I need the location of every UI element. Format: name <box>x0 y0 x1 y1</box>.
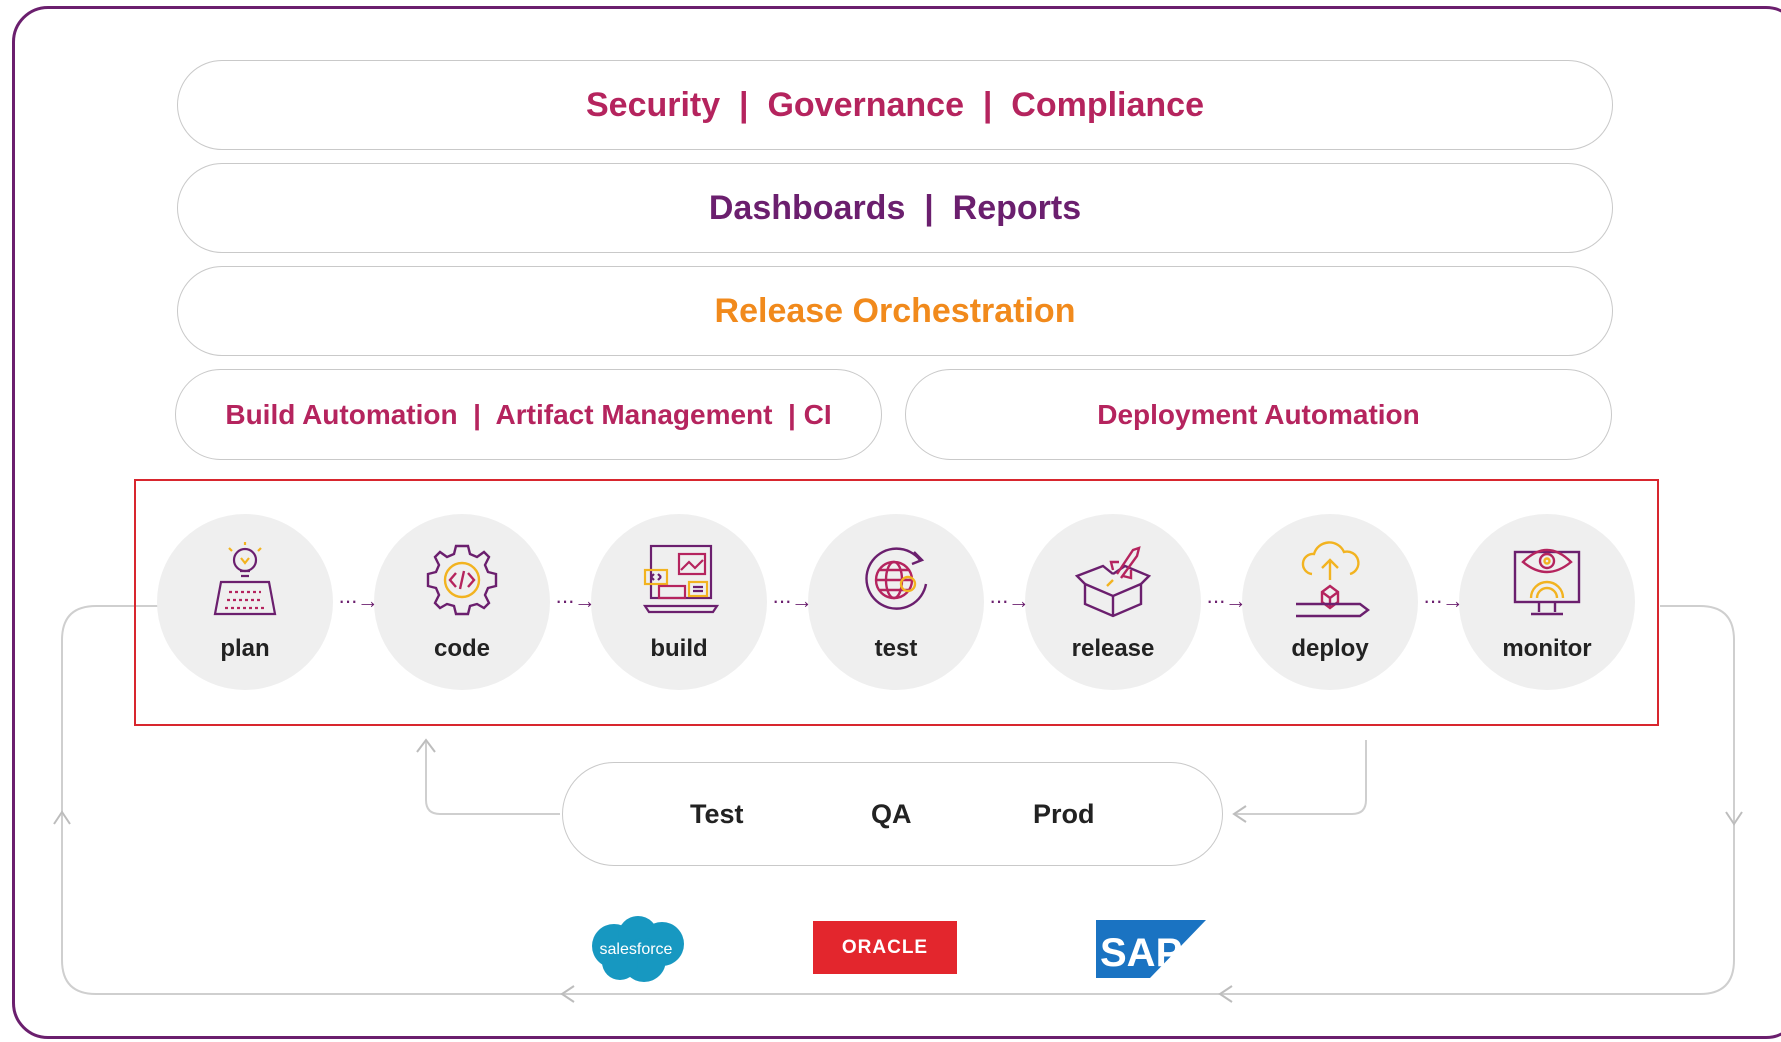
release-orchestration-layer: Release Orchestration <box>177 266 1613 356</box>
stage-test: test <box>808 514 984 690</box>
salesforce-logo: salesforce <box>584 912 688 984</box>
pipeline-arrow: ···→ <box>555 588 596 613</box>
salesforce-wordmark: salesforce <box>600 941 673 958</box>
monitor-eye-icon <box>1513 548 1581 616</box>
oracle-logo: ORACLE <box>813 921 957 974</box>
build-laptop-icon <box>642 544 719 614</box>
dashboards-reports-layer: Dashboards | Reports <box>177 163 1613 253</box>
stage-build: build <box>591 514 767 690</box>
deployment-automation-layer: Deployment Automation <box>905 369 1612 460</box>
stage-label-code: code <box>433 635 490 662</box>
stage-label-deploy: deploy <box>1291 635 1369 662</box>
test-globe-cycle-icon <box>865 547 928 610</box>
stage-label-monitor: monitor <box>1502 635 1592 662</box>
env-test: Test <box>690 799 744 829</box>
deploy-cloud-upload-icon <box>1296 541 1370 618</box>
sap-wordmark: SAP <box>1100 931 1182 975</box>
stage-label-test: test <box>874 635 918 662</box>
stage-plan: plan <box>157 514 333 690</box>
pipeline-arrow: ···→ <box>1206 588 1247 613</box>
environments-pill: Test QA Prod <box>562 762 1223 866</box>
security-governance-compliance-layer: Security | Governance | Compliance <box>177 60 1613 150</box>
pipeline-arrow: ···→ <box>772 588 813 613</box>
sap-logo: SAP <box>1096 920 1206 978</box>
pipeline-arrow: ···→ <box>338 588 379 613</box>
pipeline-arrow: ···→ <box>989 588 1030 613</box>
plan-blueprint-lightbulb-icon <box>213 542 277 616</box>
env-prod: Prod <box>1033 799 1095 829</box>
pipeline-arrow: ···→ <box>1423 588 1464 613</box>
build-automation-layer: Build Automation | Artifact Management |… <box>175 369 882 460</box>
stage-label-build: build <box>650 635 708 662</box>
stage-label-plan: plan <box>220 635 270 662</box>
stage-release: release <box>1025 514 1201 690</box>
stage-label-release: release <box>1071 635 1155 662</box>
release-box-rocket-icon <box>1074 546 1152 618</box>
code-gear-icon <box>426 544 498 616</box>
stage-code: code <box>374 514 550 690</box>
env-qa: QA <box>871 799 912 829</box>
stage-deploy: deploy <box>1242 514 1418 690</box>
stage-monitor: monitor <box>1459 514 1635 690</box>
